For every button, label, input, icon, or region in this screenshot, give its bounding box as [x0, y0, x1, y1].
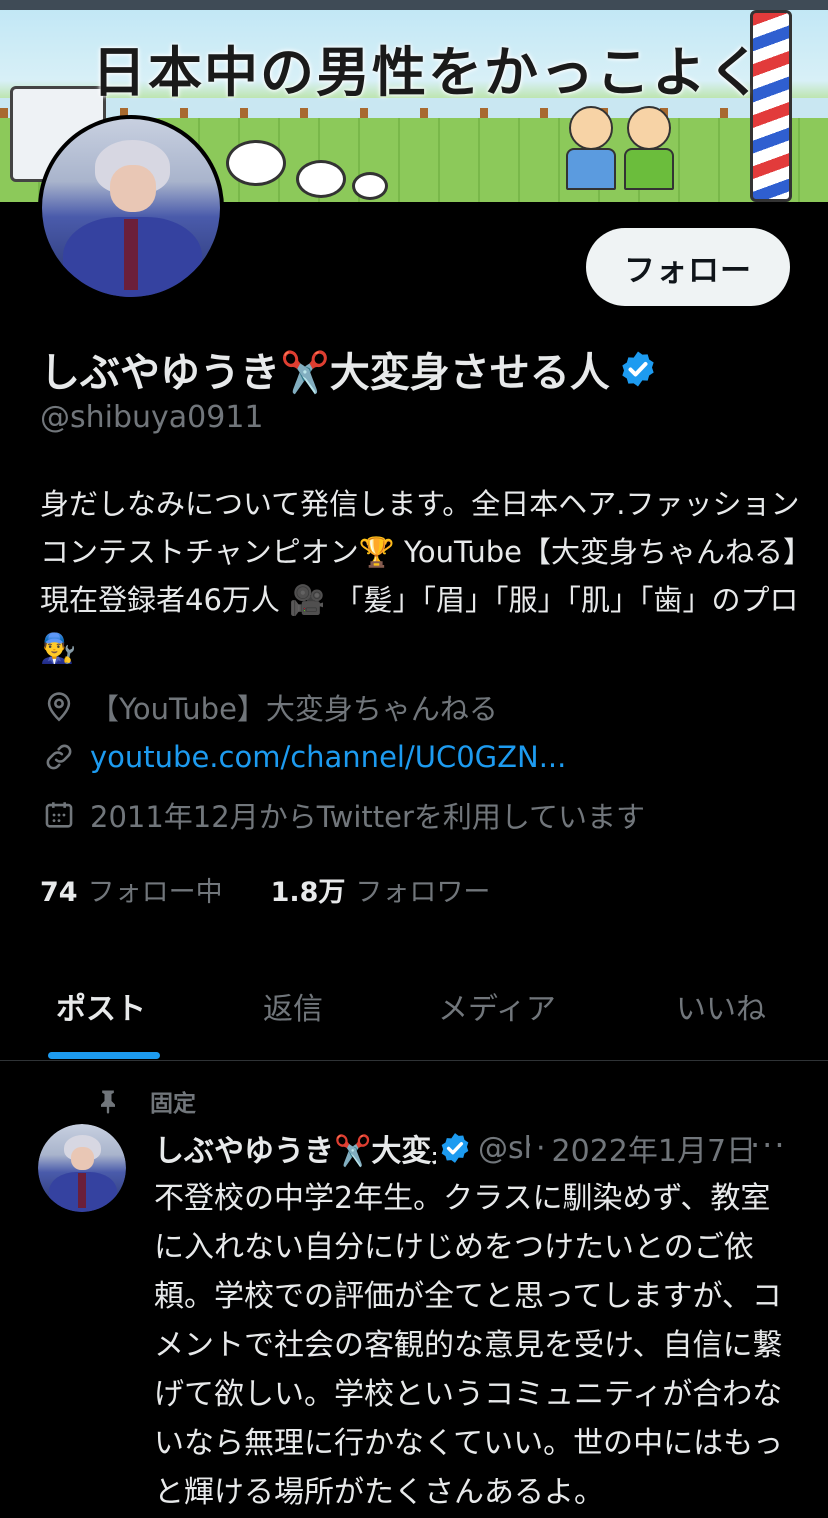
location-text: 【YouTube】大変身ちゃんねる: [90, 692, 498, 726]
pinned-label: 固定: [150, 1091, 196, 1117]
profile-avatar[interactable]: [38, 115, 224, 301]
following-count: 74: [40, 877, 78, 908]
verified-badge-icon[interactable]: [618, 349, 658, 389]
tweet-author-handle[interactable]: @shibuya0911: [478, 1131, 530, 1166]
followers-stat[interactable]: 1.8万 フォロワー: [271, 870, 491, 909]
tweet-author-name[interactable]: しぶやゆうき✂️大変身させる人: [154, 1126, 436, 1170]
pin-icon: [101, 1090, 115, 1114]
link-row: youtube.com/channel/UC0GZN...: [42, 740, 566, 774]
pinned-indicator: 固定: [94, 1084, 196, 1118]
tweet-header: しぶやゆうき✂️大変身させる人 @shibuya0911 · 2022年1月7日: [154, 1126, 794, 1170]
tweet-date-separator: ·: [536, 1130, 546, 1166]
profile-handle: @shibuya0911: [40, 400, 264, 435]
avatar-photo: [42, 119, 220, 297]
profile-link[interactable]: youtube.com/channel/UC0GZN...: [90, 740, 566, 774]
joined-row: 2011年12月からTwitterを利用しています: [42, 794, 645, 836]
display-name-row: しぶやゆうき✂️大変身させる人: [40, 340, 658, 398]
tabs-divider: [0, 1060, 828, 1061]
display-name: しぶやゆうき✂️大変身させる人: [40, 350, 610, 396]
calendar-icon: [45, 802, 73, 828]
location-row: 【YouTube】大変身ちゃんねる: [42, 686, 498, 728]
location-pin-icon: [47, 692, 71, 722]
boy-illustration: [566, 106, 616, 190]
tab-likes[interactable]: いいね: [676, 984, 766, 1028]
more-options-icon[interactable]: ···: [750, 1126, 787, 1164]
tab-posts[interactable]: ポスト: [56, 984, 146, 1028]
smoke-cloud-illustration: [352, 172, 388, 200]
following-stat[interactable]: 74 フォロー中: [40, 870, 223, 909]
tweet-author-avatar[interactable]: [38, 1124, 126, 1212]
tweet-text: 不登校の中学2年生。クラスに馴染めず、教室に入れない自分にけじめをつけたいとのご…: [154, 1181, 784, 1510]
status-strip: [0, 0, 828, 10]
follow-stats: 74 フォロー中 1.8万 フォロワー: [40, 870, 538, 909]
tab-media[interactable]: メディア: [438, 984, 556, 1028]
smoke-cloud-illustration: [296, 160, 346, 198]
tweet-date[interactable]: 2022年1月7日: [552, 1126, 757, 1170]
active-tab-indicator: [48, 1052, 160, 1059]
boy-illustration: [624, 106, 674, 190]
joined-text: 2011年12月からTwitterを利用しています: [90, 800, 646, 834]
profile-tabs: ポスト 返信 メディア いいね: [0, 960, 828, 1060]
avatar-photo: [38, 1124, 126, 1212]
followers-label: フォロワー: [355, 877, 491, 908]
smoke-cloud-illustration: [226, 140, 286, 186]
profile-bio: 身だしなみについて発信します。全日本ヘア.ファッションコンテストチャンピオン🏆 …: [40, 487, 800, 665]
banner-title: 日本中の男性をかっこよく: [92, 41, 764, 104]
following-label: フォロー中: [87, 877, 223, 908]
followers-count: 1.8万: [270, 877, 346, 908]
link-icon: [46, 744, 72, 770]
tab-replies[interactable]: 返信: [263, 984, 323, 1028]
follow-button[interactable]: フォロー: [586, 228, 790, 306]
verified-badge-icon[interactable]: [438, 1131, 472, 1165]
